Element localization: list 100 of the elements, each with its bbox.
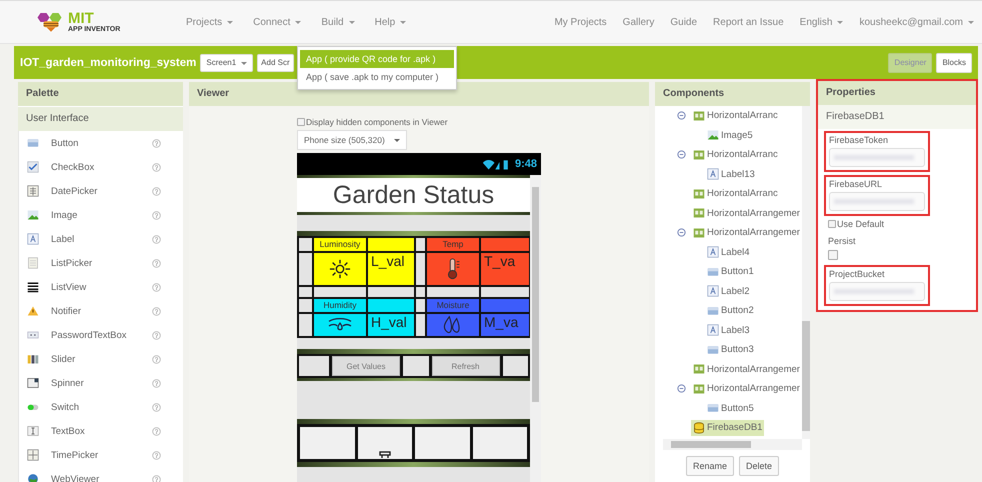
sensor-label: Moisture <box>427 299 479 312</box>
nav-menu[interactable]: Projects <box>186 16 234 28</box>
collapse-icon[interactable] <box>677 111 686 120</box>
help-icon[interactable] <box>152 234 161 244</box>
palette-item[interactable]: Image <box>51 210 152 220</box>
app-button[interactable]: Get Values <box>332 356 400 376</box>
nav-menu[interactable]: Build <box>321 16 355 28</box>
phone-size-dropdown[interactable]: Phone size (505,320) <box>297 130 407 150</box>
sensor-value: M_va <box>481 314 529 336</box>
arrangement-icon <box>693 382 705 395</box>
nav-link[interactable]: My Projects <box>554 16 607 28</box>
scrollbar[interactable] <box>802 106 810 439</box>
logo-title: MIT <box>68 11 94 26</box>
tree-item[interactable]: Label4 <box>705 244 752 260</box>
component-action-button[interactable]: Rename <box>686 456 734 476</box>
tree-item[interactable]: Button1 <box>705 264 756 280</box>
nav-menu[interactable]: Connect <box>253 16 302 28</box>
app-button[interactable]: Refresh <box>432 356 500 376</box>
nav-link[interactable]: Guide <box>670 16 698 28</box>
tree-item[interactable]: Label3 <box>705 322 752 338</box>
text-field[interactable] <box>829 148 925 167</box>
help-icon[interactable] <box>152 474 161 482</box>
button-icon <box>707 266 719 278</box>
empty-cell <box>472 427 527 459</box>
component-icon <box>27 161 39 173</box>
nav-link[interactable]: English <box>800 16 844 28</box>
help-icon[interactable] <box>152 450 161 460</box>
tree-item[interactable]: HorizontalArrangemer <box>691 361 802 378</box>
nav-link[interactable]: kousheekc@gmail.com <box>859 16 974 28</box>
component-icon <box>27 353 39 365</box>
label-icon <box>707 168 719 180</box>
help-icon[interactable] <box>152 210 161 220</box>
collapse-icon[interactable] <box>677 228 686 238</box>
help-icon[interactable] <box>152 282 161 292</box>
tree-item[interactable]: Label2 <box>705 283 752 300</box>
tree-item[interactable]: HorizontalArranc <box>691 186 780 202</box>
palette-item[interactable]: ListView <box>51 282 152 292</box>
component-icon <box>27 473 39 482</box>
component-action-button[interactable]: Delete <box>739 456 780 476</box>
palette-item[interactable]: TextBox <box>51 426 152 436</box>
text-field[interactable] <box>829 192 925 211</box>
color-cell <box>481 299 529 312</box>
spacer-cell <box>299 253 312 285</box>
view-toggle-button[interactable]: Blocks <box>936 52 972 72</box>
checkbox[interactable] <box>828 250 838 260</box>
tree-item[interactable]: Button2 <box>705 302 756 319</box>
tree-item[interactable]: HorizontalArrangemer <box>691 205 802 222</box>
palette-item[interactable]: Label <box>51 234 152 244</box>
scrollbar[interactable] <box>530 175 541 482</box>
palette-section-header[interactable]: User Interface <box>18 106 183 131</box>
help-icon[interactable] <box>152 378 161 388</box>
help-icon[interactable] <box>152 162 161 172</box>
add-screen-button[interactable]: Add Scr <box>257 54 294 72</box>
spacer-cell <box>416 299 425 312</box>
help-icon[interactable] <box>152 330 161 340</box>
help-icon[interactable] <box>152 258 161 268</box>
tree-item[interactable]: FirebaseDB1 <box>691 420 764 436</box>
checkbox[interactable] <box>828 220 836 228</box>
text-field[interactable] <box>829 282 925 301</box>
palette-item[interactable]: Switch <box>51 402 152 412</box>
help-icon[interactable] <box>152 138 161 148</box>
help-icon[interactable] <box>152 426 161 436</box>
checkbox[interactable] <box>297 118 305 126</box>
tree-item[interactable]: HorizontalArrangemer <box>691 224 802 241</box>
palette-item[interactable]: TimePicker <box>51 450 152 460</box>
tree-item[interactable]: Image5 <box>705 127 755 144</box>
tree-item[interactable]: Button3 <box>705 342 756 358</box>
tree-item[interactable]: Label13 <box>705 166 757 182</box>
nav-menu[interactable]: Help <box>374 16 406 28</box>
palette-item[interactable]: Slider <box>51 354 152 364</box>
palette-item[interactable]: DatePicker <box>51 186 152 196</box>
palette-item[interactable]: CheckBox <box>51 162 152 172</box>
spacer-cell <box>416 238 425 251</box>
component-icon <box>27 209 39 221</box>
help-icon[interactable] <box>152 402 161 412</box>
spacer-cell <box>416 287 425 297</box>
panel-header: Palette <box>18 82 183 106</box>
palette-item[interactable]: Notifier <box>51 306 152 316</box>
collapse-icon[interactable] <box>677 384 686 394</box>
label-icon <box>707 285 719 298</box>
palette-item[interactable]: Spinner <box>51 378 152 388</box>
scrollbar[interactable] <box>663 439 802 450</box>
palette-item[interactable]: ListPicker <box>51 258 152 268</box>
palette-item[interactable]: WebViewer <box>51 474 152 482</box>
button-icon <box>707 304 719 317</box>
nav-link[interactable]: Gallery <box>622 16 654 28</box>
tree-item[interactable]: HorizontalArranc <box>691 108 780 124</box>
help-icon[interactable] <box>152 306 161 316</box>
tree-item[interactable]: HorizontalArranc <box>691 146 780 163</box>
help-icon[interactable] <box>152 354 161 364</box>
palette-item[interactable]: Button <box>51 138 152 148</box>
nav-link[interactable]: Report an Issue <box>713 16 784 28</box>
help-icon[interactable] <box>152 186 161 196</box>
tree-item[interactable]: HorizontalArrangemer <box>691 380 802 397</box>
color-cell <box>368 299 414 312</box>
palette-item[interactable]: PasswordTextBox <box>51 330 152 340</box>
tree-item[interactable]: Button5 <box>705 400 756 416</box>
button-icon <box>707 344 719 356</box>
screen-dropdown[interactable]: Screen1 <box>200 54 254 72</box>
collapse-icon[interactable] <box>677 150 686 160</box>
